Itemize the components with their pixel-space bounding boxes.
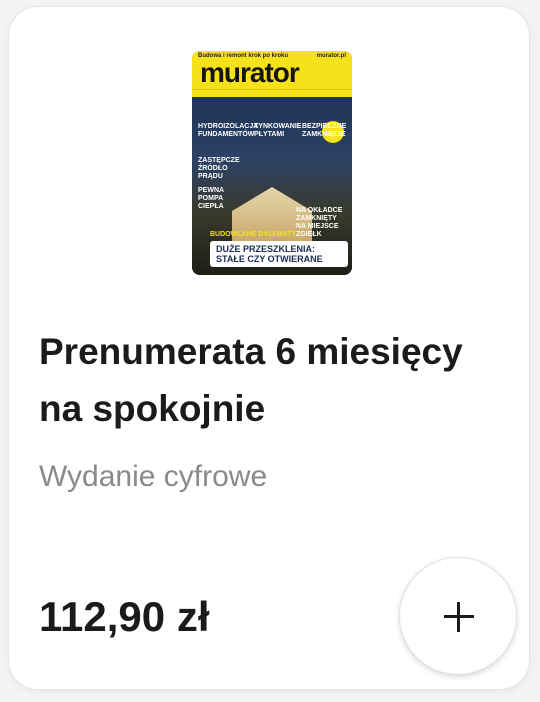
- cover-headline: Tynkowanie płytami: [254, 123, 302, 138]
- product-title: Prenumerata 6 miesięcy na spokojnie: [39, 331, 463, 429]
- cover-headline: Na okładce zamknięty na miejsce zgiełk: [296, 207, 343, 238]
- product-subtitle: Wydanie cyfrowe: [39, 460, 268, 493]
- add-to-cart-button[interactable]: [399, 557, 517, 675]
- cover-headline: Hydroizolacja fundamentów: [198, 123, 259, 138]
- cover-site: murator.pl: [316, 53, 346, 59]
- cover-banner-line-2: stałe czy otwierane: [216, 254, 323, 264]
- cover-headline: Bezpieczne zamknięcie: [302, 123, 347, 138]
- product-card[interactable]: Budowa i remont krok po kroku murator.pl…: [8, 6, 530, 690]
- cover-banner: Duże przeszklenia: stałe czy otwierane: [210, 241, 348, 267]
- cover-headline: Pewna pompa ciepła: [198, 187, 224, 210]
- product-price: 112,90 zł: [39, 593, 210, 640]
- cover-logo: murator: [200, 57, 300, 88]
- cover-banner-kicker: Budowlane dylematy: [210, 231, 297, 238]
- cover-banner-line-1: Duże przeszklenia:: [216, 244, 315, 254]
- cover-masthead: Budowa i remont krok po kroku murator.pl…: [192, 51, 352, 89]
- cover-headline: Zastępcze źródło prądu: [198, 157, 240, 180]
- magazine-cover-image: Budowa i remont krok po kroku murator.pl…: [192, 51, 352, 275]
